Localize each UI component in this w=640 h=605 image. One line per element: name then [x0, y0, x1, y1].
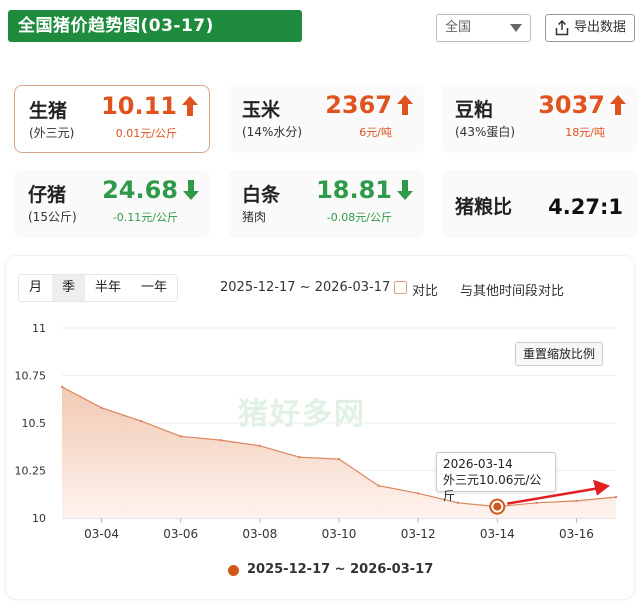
data-point-03-09	[298, 456, 301, 459]
region-select[interactable]: 全国	[436, 14, 531, 42]
data-point-03-05	[139, 419, 143, 423]
data-point-03-16	[575, 499, 578, 503]
card-piglet[interactable]: 仔猪 (15公斤) 24.68 -0.11元/公斤	[14, 170, 210, 238]
card-corn[interactable]: 玉米 (14%水分) 2367 6元/吨	[228, 85, 424, 153]
y-tick-label: 10.5	[22, 417, 47, 430]
export-data-button[interactable]: 导出数据	[545, 14, 635, 42]
data-point-03-17	[614, 495, 618, 499]
x-tick-label: 03-10	[322, 527, 357, 541]
card-sub: (14%水分)	[242, 125, 303, 139]
card-name: 豆粕	[455, 99, 494, 121]
x-tick-label: 03-06	[163, 527, 198, 541]
card-price: 3037	[538, 91, 605, 119]
chart-tooltip: 2026-03-14 外三元10.06元/公斤	[436, 452, 556, 503]
arrow-down-icon	[183, 180, 199, 200]
data-point-03-06	[179, 435, 182, 438]
x-tick-label: 03-12	[401, 527, 436, 541]
card-pork-carcass[interactable]: 白条 猪肉 18.81 -0.08元/公斤	[228, 170, 424, 238]
y-tick-label: 10	[32, 512, 46, 525]
card-price: 18.81	[316, 176, 392, 204]
y-tick-label: 11	[32, 322, 46, 335]
data-point-03-10	[337, 457, 341, 461]
card-change: 6元/吨	[359, 126, 392, 139]
card-name: 仔猪	[28, 184, 67, 206]
x-tick-label: 03-16	[559, 527, 594, 541]
arrow-up-icon	[397, 95, 413, 115]
x-tick-label: 03-04	[84, 527, 119, 541]
card-change: -0.08元/公斤	[326, 211, 392, 224]
data-point-03-04	[100, 406, 103, 409]
data-point-03-08	[258, 444, 262, 447]
tooltip-text: 外三元10.06元/公斤	[443, 473, 542, 503]
card-name: 生猪	[29, 100, 68, 122]
legend-label[interactable]: 2025-12-17 ~ 2026-03-17	[247, 562, 433, 577]
arrow-up-icon	[610, 95, 626, 115]
legend-marker[interactable]	[228, 565, 239, 576]
x-tick-label: 03-14	[480, 527, 515, 541]
arrow-down-icon	[397, 180, 413, 200]
y-tick-label: 10.75	[15, 370, 47, 383]
card-change: 18元/吨	[565, 126, 605, 139]
tooltip-date: 2026-03-14	[443, 457, 513, 471]
x-tick-label: 03-08	[242, 527, 277, 541]
card-live-hog[interactable]: 生猪 (外三元) 10.11 0.01元/公斤	[14, 85, 210, 153]
card-sub: 猪肉	[242, 210, 267, 224]
card-change: 0.01元/公斤	[115, 127, 177, 140]
arrow-up-icon	[182, 96, 198, 116]
card-value: 4.27:1	[548, 195, 623, 219]
card-price: 10.11	[101, 92, 177, 120]
export-icon	[555, 20, 569, 36]
card-sub: (15公斤)	[28, 210, 77, 224]
page-title: 全国猪价趋势图(03-17)	[8, 10, 302, 42]
chevron-down-icon	[510, 24, 522, 32]
region-select-value: 全国	[445, 20, 472, 35]
card-name: 白条	[242, 184, 281, 206]
data-point-03-07	[219, 438, 222, 442]
data-point-03-11	[377, 484, 380, 487]
data-point-03-12	[416, 492, 420, 495]
card-name: 猪粮比	[455, 196, 513, 218]
card-price: 2367	[325, 91, 392, 119]
card-soybean-meal[interactable]: 豆粕 (43%蛋白) 3037 18元/吨	[441, 85, 637, 153]
card-sub: (外三元)	[29, 126, 75, 140]
y-tick-label: 10.25	[15, 465, 47, 478]
card-price: 24.68	[102, 176, 178, 204]
trend-arrow-head	[593, 479, 610, 496]
card-name: 玉米	[242, 99, 281, 121]
card-hog-grain-ratio[interactable]: 猪粮比 4.27:1	[441, 170, 637, 238]
chart-panel: 月 季 半年 一年 2025-12-17 ~ 2026-03-17 对比 与其他…	[6, 256, 634, 599]
card-sub: (43%蛋白)	[455, 125, 516, 139]
export-label: 导出数据	[574, 20, 627, 35]
price-trend-chart: 11 10.75 10.5 10.25 10 03-04 03-06 03-08 03-10 03…	[15, 322, 618, 541]
card-change: -0.11元/公斤	[112, 211, 178, 224]
data-point-03-03	[60, 385, 64, 389]
